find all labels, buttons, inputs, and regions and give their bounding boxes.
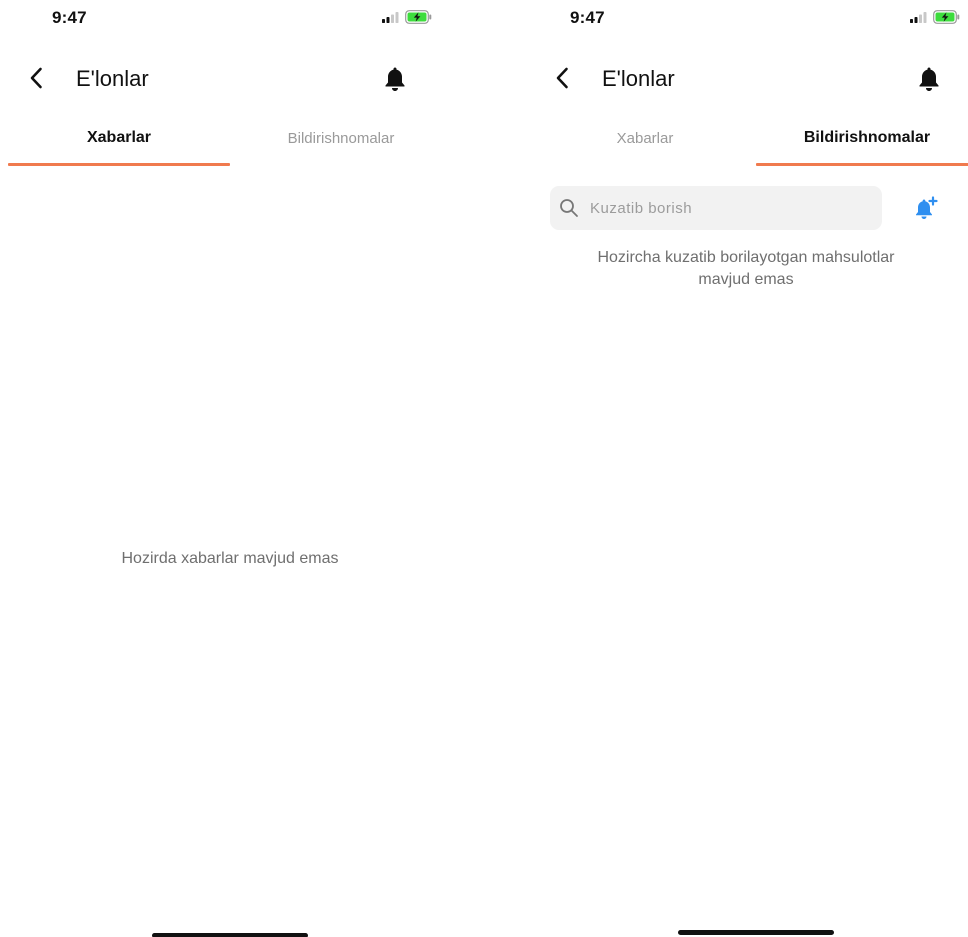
empty-state-message: Hozirda xabarlar mavjud emas [121, 550, 339, 567]
status-bar: 9:47 [508, 0, 968, 40]
active-tab-indicator [8, 163, 230, 166]
search-icon [560, 199, 578, 217]
tab-notifications[interactable]: Bildirishnomalar [756, 112, 968, 164]
empty-state-line-2: mavjud emas [698, 271, 794, 288]
signal-icon [910, 11, 927, 23]
empty-state-line-1: Hozircha kuzatib borilayotgan mahsulotla… [597, 249, 895, 266]
screen-notifications: 9:47 E'lonlar Xabarlar Bildirishnomalar … [508, 0, 968, 937]
back-button[interactable] [550, 64, 574, 92]
status-icons [382, 10, 432, 24]
battery-charging-icon [405, 10, 432, 24]
status-time: 9:47 [570, 8, 605, 27]
screen-messages: 9:47 E'lonlar Xabarlar Bildirishnomalar … [0, 0, 460, 937]
bell-plus-icon [916, 196, 938, 219]
bell-icon [385, 67, 405, 91]
tab-messages[interactable]: Xabarlar [534, 112, 756, 164]
add-subscription-button[interactable] [912, 194, 940, 222]
status-icons [910, 10, 960, 24]
battery-charging-icon [933, 10, 960, 24]
home-indicator [152, 933, 308, 937]
search-icon-wrap [550, 186, 588, 230]
signal-icon [382, 11, 399, 23]
status-time: 9:47 [52, 8, 87, 27]
active-tab-indicator [756, 163, 968, 166]
bell-icon [919, 67, 939, 91]
nav-bar: E'lonlar [508, 58, 968, 98]
page-title: E'lonlar [602, 66, 675, 91]
tab-bar: Xabarlar Bildirishnomalar [534, 112, 968, 168]
home-indicator [678, 930, 834, 935]
notifications-button[interactable] [916, 64, 942, 94]
search-box[interactable] [550, 186, 882, 230]
page-title: E'lonlar [76, 66, 149, 91]
tab-bar: Xabarlar Bildirishnomalar [8, 112, 460, 168]
tab-notifications[interactable]: Bildirishnomalar [230, 112, 452, 164]
back-button[interactable] [24, 64, 48, 92]
tab-messages[interactable]: Xabarlar [8, 112, 230, 164]
search-row [550, 186, 950, 230]
app-stage: 9:47 E'lonlar Xabarlar Bildirishnomalar … [0, 0, 968, 937]
nav-bar: E'lonlar [0, 58, 460, 98]
notifications-button[interactable] [382, 64, 408, 94]
empty-state-message: Hozircha kuzatib borilayotgan mahsulotla… [516, 247, 968, 291]
chevron-left-icon [30, 67, 42, 89]
chevron-left-icon [556, 67, 568, 89]
search-input[interactable] [588, 198, 872, 218]
status-bar: 9:47 [0, 0, 460, 40]
